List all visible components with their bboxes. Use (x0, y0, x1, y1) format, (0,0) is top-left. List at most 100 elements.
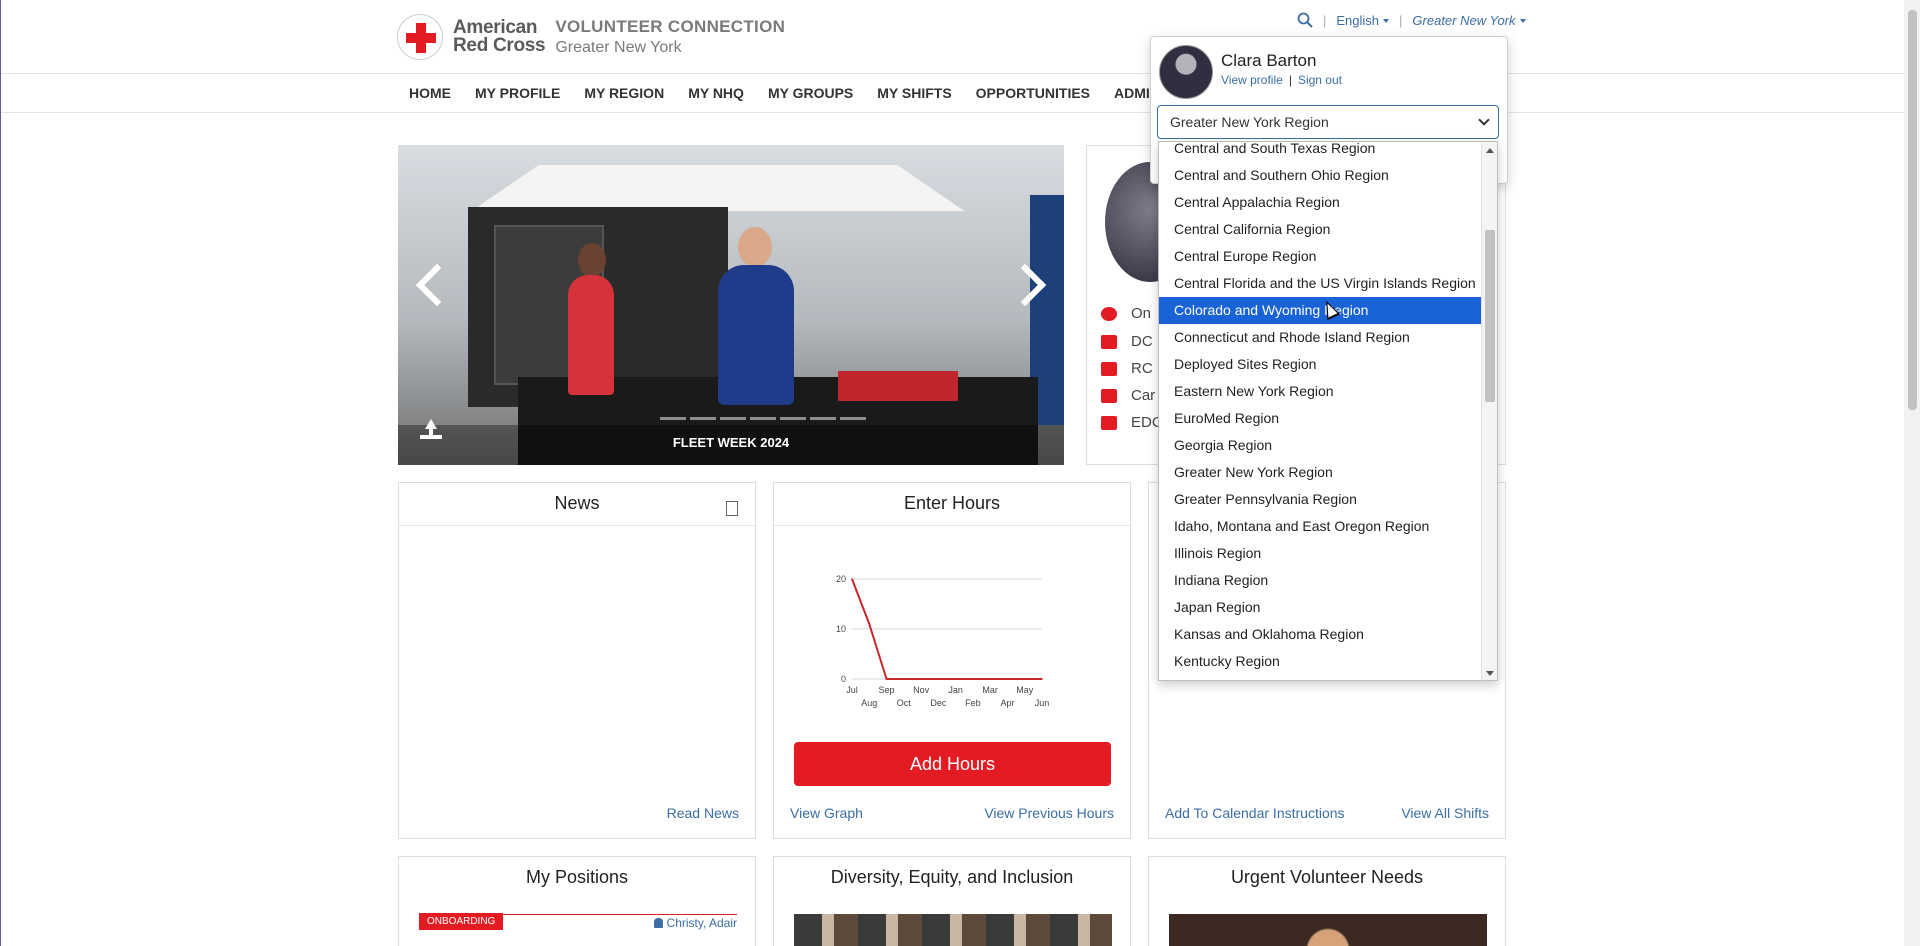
news-card: News Read News (398, 482, 756, 839)
region-option[interactable]: Central and Southern Ohio Region (1159, 162, 1483, 189)
region-option[interactable]: Connecticut and Rhode Island Region (1159, 324, 1483, 351)
page-scrollbar[interactable] (1904, 0, 1920, 946)
region-option[interactable]: Greater New York Region (1159, 459, 1483, 486)
scrollbar-thumb[interactable] (1908, 10, 1917, 410)
link-separator: | (1288, 73, 1292, 87)
region-option[interactable]: Central Appalachia Region (1159, 189, 1483, 216)
carousel-indicator[interactable] (660, 417, 686, 420)
card-title: My Positions (525, 867, 629, 887)
carousel-prev-icon[interactable] (412, 260, 446, 312)
view-profile-link[interactable]: View profile (1221, 73, 1283, 87)
nav-opportunities[interactable]: OPPORTUNITIES (976, 85, 1090, 101)
view-previous-hours-link[interactable]: View Previous Hours (984, 805, 1114, 821)
region-switcher-label: Greater New York (1412, 12, 1516, 28)
region-option[interactable]: Central Europe Region (1159, 243, 1483, 270)
my-positions-card: My Positions ONBOARDING Christy, Adair (398, 856, 756, 946)
view-all-shifts-link[interactable]: View All Shifts (1401, 805, 1489, 821)
card-divider (774, 525, 1130, 526)
region-option[interactable]: Colorado and Wyoming Region (1159, 297, 1483, 324)
hours-data-point (1023, 678, 1026, 680)
carousel-indicators[interactable] (660, 417, 866, 420)
region-option[interactable]: Central and South Texas Region (1159, 142, 1483, 162)
profile-row: DC (1101, 333, 1153, 350)
card-title: News (554, 493, 600, 513)
separator: | (1399, 12, 1403, 28)
card-title: Diversity, Equity, and Inclusion (830, 867, 1074, 887)
carousel-indicator[interactable] (720, 417, 746, 420)
carousel-indicator[interactable] (840, 417, 866, 420)
y-tick-label: 10 (836, 624, 846, 634)
carousel-indicator[interactable] (780, 417, 806, 420)
x-tick-label: May (1016, 685, 1034, 695)
region-option[interactable]: EuroMed Region (1159, 405, 1483, 432)
search-icon[interactable] (1297, 12, 1313, 28)
region-option[interactable]: Greater Pennsylvania Region (1159, 486, 1483, 513)
region-option[interactable]: Central Florida and the US Virgin Island… (1159, 270, 1483, 297)
region-name: Greater New York (555, 39, 682, 56)
region-option[interactable]: Central California Region (1159, 216, 1483, 243)
region-option[interactable]: Idaho, Montana and East Oregon Region (1159, 513, 1483, 540)
bookmark-icon[interactable] (726, 501, 738, 516)
nav-my-groups[interactable]: MY GROUPS (768, 85, 853, 101)
red-cross-logo[interactable]: American Red Cross VOLUNTEER CONNECTION … (397, 14, 785, 60)
position-user[interactable]: Christy, Adair (653, 916, 737, 930)
region-switcher[interactable]: Greater New York (1412, 12, 1526, 28)
region-option[interactable]: Indiana Region (1159, 567, 1483, 594)
hours-chart: 0 10 20 Jul Sep Nov Jan Mar May Aug Oct Dec Feb Apr Ju… (836, 574, 1049, 708)
profile-row: EDC (1101, 414, 1163, 431)
x-tick-label: Sep (879, 685, 895, 695)
read-news-link[interactable]: Read News (667, 805, 739, 821)
utility-bar: | English | Greater New York (1297, 12, 1526, 28)
card-title: Urgent Volunteer Needs (1230, 867, 1424, 887)
dropdown-scrollbar[interactable] (1481, 142, 1497, 680)
urgent-photo[interactable] (1169, 914, 1487, 946)
hours-data-point (851, 578, 853, 580)
language-menu[interactable]: English (1336, 13, 1390, 28)
nav-my-profile[interactable]: MY PROFILE (475, 85, 560, 101)
app-title-block: VOLUNTEER CONNECTION Greater New York (555, 17, 785, 57)
carousel-indicator[interactable] (690, 417, 716, 420)
sign-out-link[interactable]: Sign out (1298, 73, 1342, 87)
hours-data-point (903, 678, 905, 680)
org-chart-icon (1101, 361, 1117, 376)
region-option[interactable]: Deployed Sites Region (1159, 351, 1483, 378)
carousel-indicator[interactable] (810, 417, 836, 420)
region-option[interactable]: Kansas and Oklahoma Region (1159, 621, 1483, 648)
hours-data-point (937, 678, 940, 680)
profile-row: RC (1101, 360, 1153, 377)
carousel-indicator[interactable] (750, 417, 776, 420)
profile-row: Car (1101, 387, 1155, 404)
hours-data-point (885, 678, 888, 680)
region-option[interactable]: Japan Region (1159, 594, 1483, 621)
region-dropdown-list[interactable]: Central and South Texas Region Central an… (1158, 141, 1498, 681)
person-graphic (718, 265, 794, 405)
account-links: View profile | Sign out (1221, 73, 1342, 87)
separator: | (1323, 12, 1327, 28)
add-to-calendar-link[interactable]: Add To Calendar Instructions (1165, 805, 1345, 821)
nav-home[interactable]: HOME (409, 85, 451, 101)
view-graph-link[interactable]: View Graph (790, 805, 863, 821)
dei-photo[interactable] (794, 914, 1112, 946)
nav-my-shifts[interactable]: MY SHIFTS (877, 85, 951, 101)
carousel-next-icon[interactable] (1010, 260, 1044, 312)
region-option[interactable]: Georgia Region (1159, 432, 1483, 459)
red-cross-icon (397, 14, 443, 60)
add-hours-button[interactable]: Add Hours (794, 742, 1111, 786)
scrollbar-thumb[interactable] (1485, 230, 1495, 402)
region-option[interactable]: Illinois Region (1159, 540, 1483, 567)
region-option[interactable]: Kentucky Region (1159, 648, 1483, 675)
region-select-value: Greater New York Region (1170, 114, 1329, 130)
region-option[interactable]: Eastern New York Region (1159, 378, 1483, 405)
region-option[interactable]: Kentucky Region (1159, 675, 1483, 680)
news-carousel[interactable]: FLEET WEEK 2024 (398, 145, 1064, 465)
avatar (1159, 45, 1213, 99)
page: American Red Cross VOLUNTEER CONNECTION … (0, 0, 1920, 946)
scroll-down-icon[interactable] (1486, 671, 1494, 676)
scroll-up-icon[interactable] (1486, 148, 1494, 153)
nav-my-region[interactable]: MY REGION (584, 85, 664, 101)
chevron-down-icon (1519, 19, 1526, 24)
hours-data-point (920, 678, 922, 680)
nav-my-nhq[interactable]: MY NHQ (688, 85, 744, 101)
region-select[interactable]: Greater New York Region (1157, 105, 1499, 139)
status-badge: ONBOARDING (419, 913, 504, 930)
